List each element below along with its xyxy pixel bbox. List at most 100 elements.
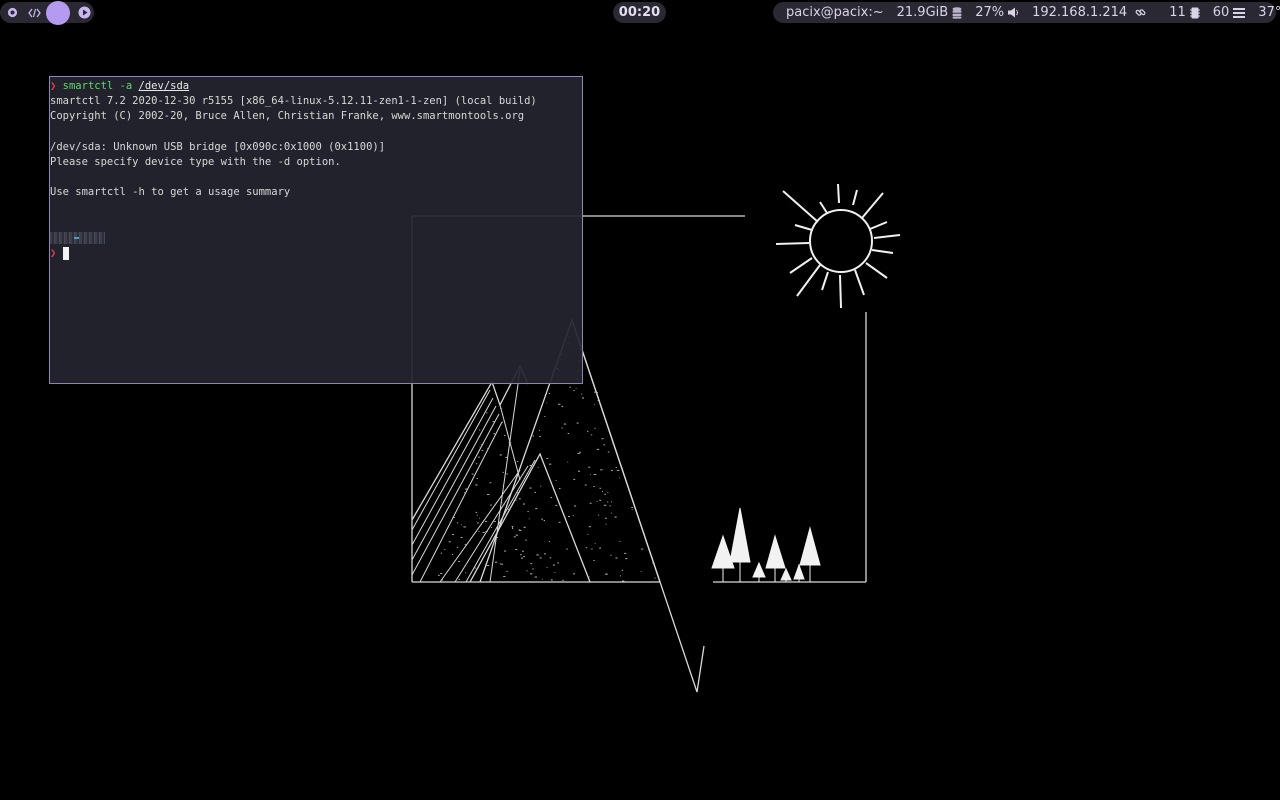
texture-dot bbox=[464, 488, 468, 490]
texture-dot bbox=[594, 543, 596, 544]
output-line: Copyright (C) 2002-20, Bruce Allen, Chri… bbox=[50, 110, 525, 123]
texture-dot bbox=[480, 524, 482, 526]
texture-dot bbox=[631, 506, 634, 508]
texture-dot bbox=[624, 552, 627, 554]
texture-dot bbox=[463, 526, 466, 528]
texture-dot bbox=[611, 470, 613, 471]
texture-dot bbox=[465, 572, 467, 574]
texture-dot bbox=[478, 456, 480, 458]
texture-dot bbox=[641, 548, 644, 550]
prompt-symbol: ❯ bbox=[50, 80, 57, 92]
texture-dot bbox=[615, 467, 617, 468]
texture-dot bbox=[474, 567, 476, 569]
texture-dot bbox=[561, 405, 564, 407]
command-arg: /dev/sda bbox=[138, 80, 190, 92]
texture-dot bbox=[440, 552, 442, 554]
texture-dot bbox=[619, 540, 621, 542]
texture-dot bbox=[574, 505, 577, 507]
texture-dot bbox=[522, 503, 525, 505]
texture-dot bbox=[599, 547, 601, 549]
texture-dot bbox=[567, 433, 570, 434]
texture-dot bbox=[566, 548, 568, 550]
texture-dot bbox=[577, 453, 580, 454]
texture-dot bbox=[544, 553, 546, 555]
texture-dot bbox=[548, 541, 550, 542]
texture-dot bbox=[587, 430, 589, 432]
texture-dot bbox=[588, 466, 591, 468]
texture-dot bbox=[542, 578, 543, 580]
texture-dot bbox=[485, 531, 488, 532]
texture-dot bbox=[585, 547, 588, 549]
texture-dot bbox=[548, 463, 552, 465]
terminal-window[interactable]: ❯ smartctl -a /dev/sda smartctl 7.2 2020… bbox=[49, 76, 583, 384]
texture-dot bbox=[512, 527, 513, 529]
texture-dot bbox=[589, 576, 590, 578]
texture-dot bbox=[448, 541, 451, 543]
input-line[interactable]: ❯ bbox=[50, 246, 582, 261]
texture-dot bbox=[516, 492, 520, 494]
texture-dot bbox=[505, 513, 508, 515]
texture-dot bbox=[529, 465, 532, 466]
texture-dot bbox=[503, 576, 506, 577]
texture-dot bbox=[484, 520, 488, 522]
texture-dot bbox=[479, 517, 481, 519]
texture-dot bbox=[484, 570, 485, 572]
tree bbox=[752, 561, 766, 582]
texture-dot bbox=[508, 509, 511, 510]
texture-dot bbox=[558, 521, 561, 523]
texture-dot bbox=[572, 515, 574, 516]
texture-dot bbox=[539, 436, 541, 437]
texture-dot bbox=[502, 504, 505, 506]
texture-dot bbox=[588, 526, 592, 528]
texture-dot bbox=[489, 482, 492, 484]
texture-dot bbox=[546, 458, 549, 459]
texture-dot bbox=[593, 486, 595, 487]
sun bbox=[809, 209, 873, 273]
texture-dot bbox=[487, 447, 488, 449]
texture-dot bbox=[569, 386, 571, 388]
texture-dot bbox=[505, 456, 507, 458]
texture-dot bbox=[500, 407, 502, 409]
texture-dot bbox=[540, 485, 542, 487]
texture-dot bbox=[568, 516, 570, 517]
texture-dot bbox=[479, 446, 481, 448]
texture-dot bbox=[514, 499, 517, 501]
texture-dot bbox=[605, 523, 607, 525]
texture-dot bbox=[518, 529, 521, 531]
output-line: Please specify device type with the -d o… bbox=[50, 155, 341, 168]
texture-dot bbox=[441, 579, 443, 581]
texture-dot bbox=[532, 568, 534, 570]
texture-dot bbox=[535, 508, 538, 510]
texture-dot bbox=[494, 521, 496, 522]
texture-dot bbox=[652, 562, 655, 564]
texture-dot bbox=[518, 498, 521, 500]
texture-dot bbox=[528, 518, 530, 520]
texture-dot bbox=[601, 438, 604, 440]
texture-dot bbox=[534, 491, 536, 493]
texture-dot bbox=[476, 514, 478, 516]
texture-dot bbox=[625, 558, 628, 560]
texture-dot bbox=[458, 578, 461, 580]
texture-dot bbox=[591, 434, 593, 436]
texture-dot bbox=[502, 485, 504, 487]
texture-dot bbox=[599, 499, 602, 501]
texture-dot bbox=[594, 391, 597, 393]
texture-dot bbox=[602, 491, 603, 492]
mountain-small bbox=[469, 452, 591, 583]
texture-dot bbox=[492, 421, 495, 423]
texture-dot bbox=[526, 570, 528, 572]
texture-dot bbox=[604, 517, 607, 519]
texture-dot bbox=[604, 493, 606, 495]
texture-dot bbox=[619, 477, 621, 479]
texture-dot bbox=[544, 416, 546, 417]
texture-dot bbox=[640, 570, 642, 572]
texture-dot bbox=[458, 561, 460, 562]
tree bbox=[793, 563, 805, 582]
texture-dot bbox=[612, 443, 615, 445]
texture-dot bbox=[622, 580, 625, 582]
tree bbox=[765, 534, 786, 582]
texture-dot bbox=[532, 435, 534, 437]
texture-dot bbox=[513, 536, 516, 538]
sun-rays bbox=[775, 183, 901, 309]
